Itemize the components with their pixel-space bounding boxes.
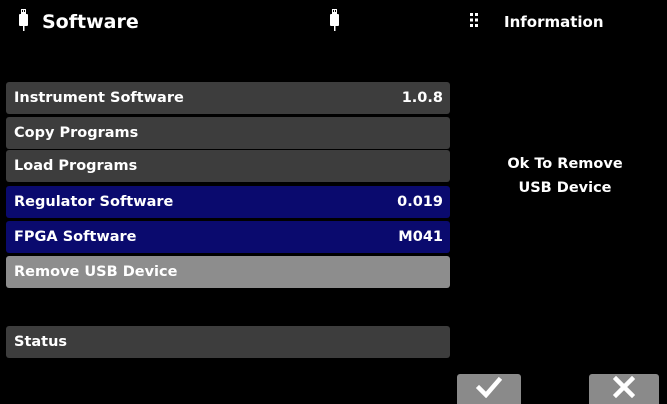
checkmark-icon <box>476 376 502 398</box>
row-label: Regulator Software <box>14 194 174 210</box>
page-title: Software <box>42 11 139 33</box>
fpga-software-row[interactable]: FPGA Software M041 <box>6 221 450 253</box>
usb-icon <box>330 9 339 31</box>
load-programs-row[interactable]: Load Programs <box>6 150 450 182</box>
cancel-button[interactable] <box>589 374 659 404</box>
header-bar: Software Information <box>0 0 667 44</box>
info-message-line: Ok To Remove <box>507 156 623 172</box>
copy-programs-row[interactable]: Copy Programs <box>6 117 450 149</box>
row-label: Remove USB Device <box>14 264 178 280</box>
row-value: M041 <box>398 229 443 245</box>
regulator-software-row[interactable]: Regulator Software 0.019 <box>6 186 450 218</box>
info-message-line: USB Device <box>518 180 612 196</box>
row-value: 0.019 <box>397 194 443 210</box>
row-label: FPGA Software <box>14 229 137 245</box>
status-row[interactable]: Status <box>6 326 450 358</box>
accept-button[interactable] <box>457 374 521 404</box>
row-label: Copy Programs <box>14 125 139 141</box>
row-label: Load Programs <box>14 158 138 174</box>
close-icon <box>613 376 635 398</box>
remove-usb-device-row[interactable]: Remove USB Device <box>6 256 450 288</box>
usb-icon <box>19 9 28 31</box>
row-label: Instrument Software <box>14 90 184 106</box>
row-label: Status <box>14 334 68 350</box>
row-value: 1.0.8 <box>401 90 443 106</box>
information-message: Ok To Remove USB Device <box>465 152 665 200</box>
information-title: Information <box>504 13 604 31</box>
grid-icon[interactable] <box>470 13 478 27</box>
instrument-software-row[interactable]: Instrument Software 1.0.8 <box>6 82 450 114</box>
